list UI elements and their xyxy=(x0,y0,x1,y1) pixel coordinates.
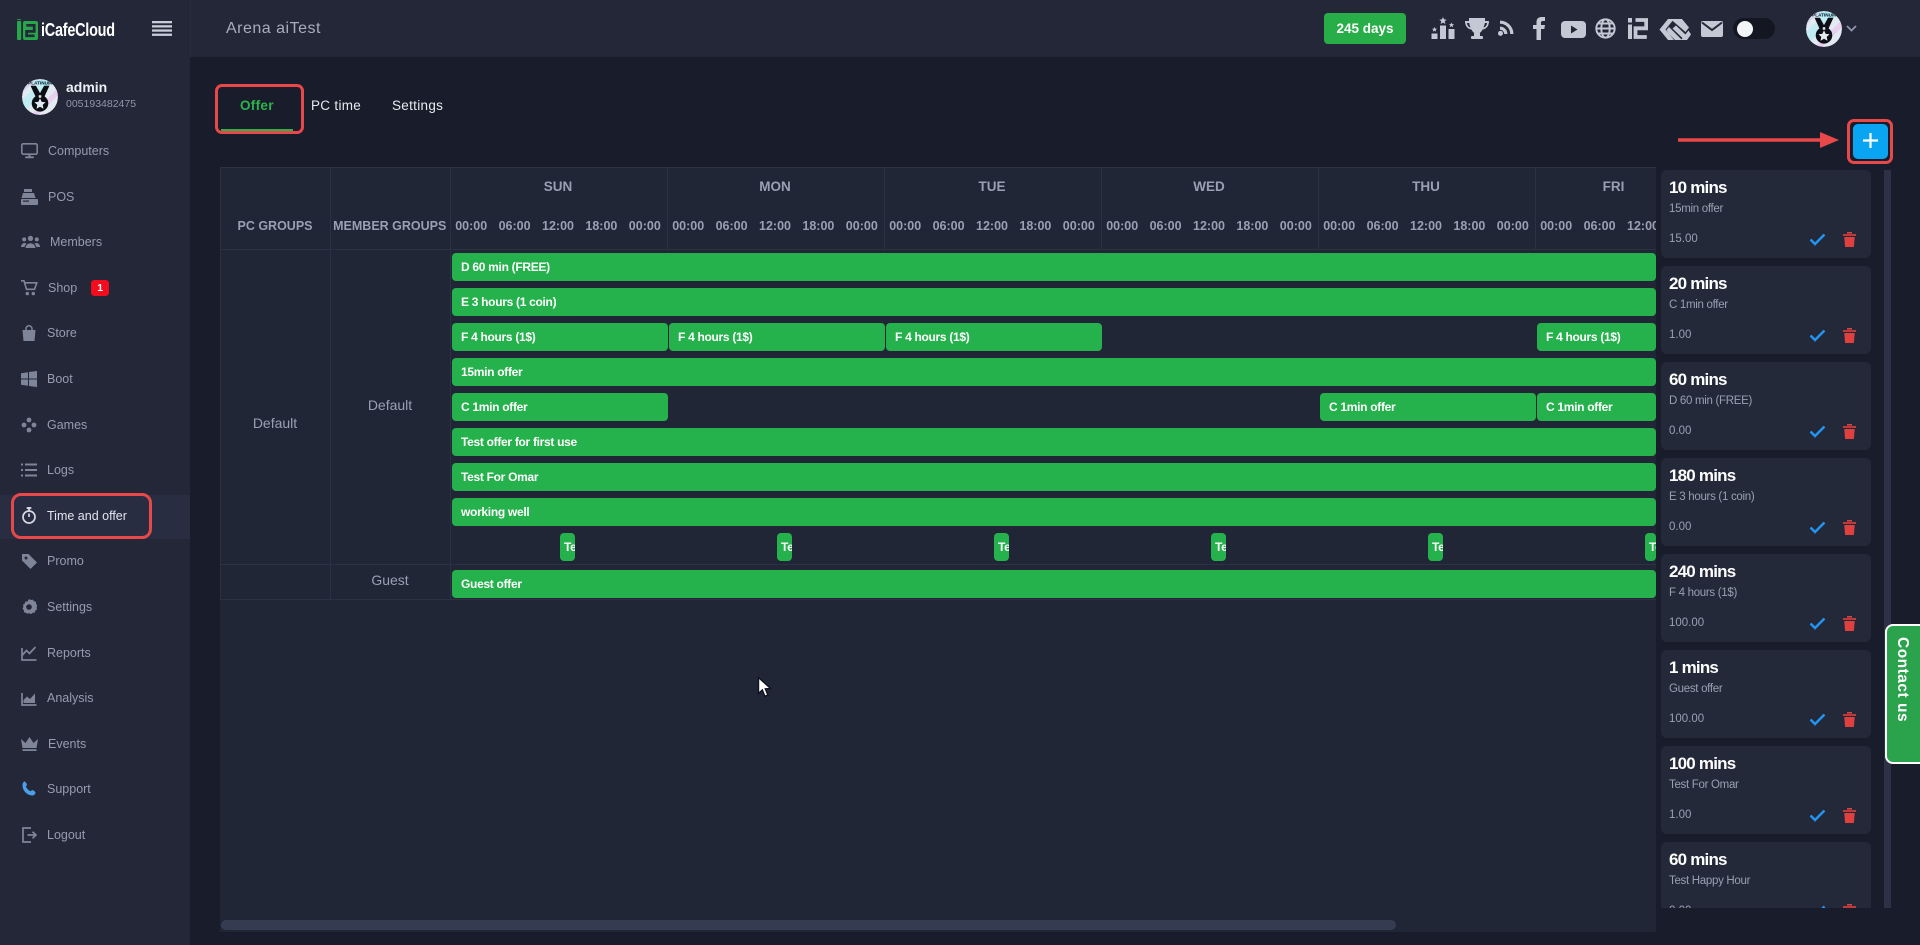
svg-text:PLATINUM: PLATINUM xyxy=(1812,13,1836,18)
svg-text:PLATINUM: PLATINUM xyxy=(28,81,52,86)
